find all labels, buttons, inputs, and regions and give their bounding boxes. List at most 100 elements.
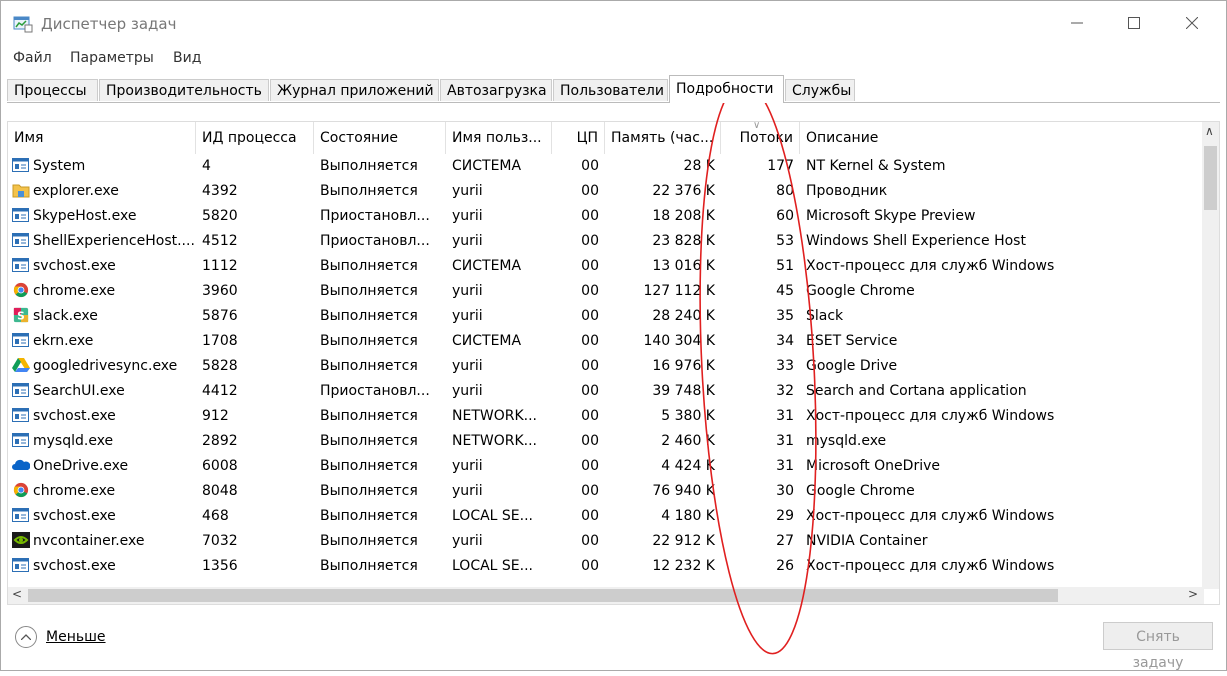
cell-cpu: 00 [552,154,605,179]
table-row[interactable]: SkypeHost.exe 5820 Приостановл... yurii 00 18… [8,204,1204,229]
tab-details[interactable]: Подробности [669,75,784,103]
vertical-scrollbar[interactable]: ∧ [1202,122,1219,589]
table-row[interactable]: chrome.exe 3960 Выполняется yurii 00 127 112 … [8,279,1204,304]
cell-text: yurii [452,483,483,499]
cell-text: 00 [581,358,599,374]
cell-text: Google Chrome [806,483,915,499]
table-row[interactable]: explorer.exe 4392 Выполняется yurii 00 22 376… [8,179,1204,204]
column-header-cpu[interactable]: ЦП [552,122,605,154]
table-row[interactable]: googledrivesync.exe 5828 Выполняется yurii 0… [8,354,1204,379]
column-header-name[interactable]: Имя [8,122,196,154]
end-task-button[interactable]: Снять задачу [1103,622,1213,671]
cell-text: 4 [202,158,211,174]
cell-text: 26 [776,558,794,574]
cell-memory: 18 208 K [605,204,721,229]
cell-text: 4512 [202,233,238,249]
table-row[interactable]: Sslack.exe 5876 Выполняется yurii 00 28 240 K… [8,304,1204,329]
scroll-right-icon[interactable]: > [1188,587,1198,601]
scroll-up-icon[interactable]: ∧ [1205,124,1214,138]
table-row[interactable]: svchost.exe 1112 Выполняется СИСТЕМА 00 13 01… [8,254,1204,279]
table-row[interactable]: SearchUI.exe 4412 Приостановл... yurii 00 39 … [8,379,1204,404]
cell-text: ekrn.exe [33,333,94,349]
cell-description: NT Kernel & System [800,154,1204,179]
table-row[interactable]: chrome.exe 8048 Выполняется yurii 00 76 940 K… [8,479,1204,504]
cell-text: Выполняется [320,308,418,324]
tab-startup[interactable]: Автозагрузка [440,79,552,101]
cell-threads: 35 [721,304,800,329]
cell-text: 34 [776,333,794,349]
tab-services[interactable]: Службы [785,79,855,101]
cell-status: Выполняется [314,254,446,279]
cell-name: chrome.exe [8,479,196,504]
cell-pid: 6008 [196,454,314,479]
horizontal-scroll-thumb[interactable] [28,589,1058,602]
cell-text: 51 [776,258,794,274]
cell-threads: 53 [721,229,800,254]
cell-cpu: 00 [552,404,605,429]
cell-pid: 468 [196,504,314,529]
table-row[interactable]: ShellExperienceHost.... 4512 Приостановл..… [8,229,1204,254]
window-process-icon [12,232,30,248]
cell-threads: 32 [721,379,800,404]
column-header-memory[interactable]: Память (час... [605,122,721,154]
table-row[interactable]: OneDrive.exe 6008 Выполняется yurii 00 4 424 … [8,454,1204,479]
cell-text: 13 016 K [652,258,715,274]
cell-text: Выполняется [320,458,418,474]
folder-icon [12,182,30,198]
cell-cpu: 00 [552,304,605,329]
table-row[interactable]: svchost.exe 468 Выполняется LOCAL SE... 00 4 … [8,504,1204,529]
cell-text: Slack [806,308,844,324]
cell-status: Выполняется [314,154,446,179]
tab-bar: Процессы Производительность Журнал прило… [7,75,1220,103]
cell-user: СИСТЕМА [446,154,552,179]
cell-user: LOCAL SE... [446,554,552,579]
cell-name: Sslack.exe [8,304,196,329]
tab-processes[interactable]: Процессы [7,79,98,101]
table-row[interactable]: svchost.exe 1356 Выполняется LOCAL SE... 00 1… [8,554,1204,579]
menu-view[interactable]: Вид [173,50,201,66]
minimize-button[interactable] [1054,5,1100,41]
table-row[interactable]: ekrn.exe 1708 Выполняется СИСТЕМА 00 140 304 … [8,329,1204,354]
cell-description: Google Chrome [800,479,1204,504]
cell-text: ShellExperienceHost.... [33,233,195,249]
cell-user: yurii [446,179,552,204]
column-header-user[interactable]: Имя польз... [446,122,552,154]
column-header-status[interactable]: Состояние [314,122,446,154]
tab-users[interactable]: Пользователи [553,79,668,101]
cell-text: NETWORK... [452,433,537,449]
scroll-left-icon[interactable]: < [12,587,22,601]
vertical-scroll-thumb[interactable] [1204,146,1217,210]
horizontal-scrollbar[interactable]: < > [8,587,1204,604]
close-button[interactable] [1169,5,1215,41]
table-row[interactable]: System 4 Выполняется СИСТЕМА 00 28 K 177 NT Ker… [8,154,1204,179]
cell-text: yurii [452,233,483,249]
cell-user: yurii [446,529,552,554]
cell-status: Выполняется [314,304,446,329]
cell-pid: 5828 [196,354,314,379]
column-header-threads[interactable]: Потоки [721,122,800,154]
cell-threads: 26 [721,554,800,579]
table-row[interactable]: nvcontainer.exe 7032 Выполняется yurii 00 22 … [8,529,1204,554]
cell-text: yurii [452,533,483,549]
column-header-pid[interactable]: ИД процесса [196,122,314,154]
table-row[interactable]: svchost.exe 912 Выполняется NETWORK... 00 5 3… [8,404,1204,429]
menu-file[interactable]: Файл [13,50,52,66]
cell-text: 00 [581,483,599,499]
cell-pid: 7032 [196,529,314,554]
cell-name: mysqld.exe [8,429,196,454]
window-title: Диспетчер задач [41,15,177,33]
process-table: Имя ИД процесса Состояние Имя польз... Ц… [7,121,1220,605]
cell-text: svchost.exe [33,258,116,274]
column-header-description[interactable]: Описание [800,122,1204,154]
chevron-up-icon [15,626,37,648]
cell-memory: 23 828 K [605,229,721,254]
tab-app-history[interactable]: Журнал приложений [270,79,439,101]
fewer-details-button[interactable]: Меньше [15,625,106,649]
cell-user: NETWORK... [446,429,552,454]
maximize-button[interactable] [1111,5,1157,41]
cell-memory: 13 016 K [605,254,721,279]
cell-text: Хост-процесс для служб Windows [806,408,1055,424]
table-row[interactable]: mysqld.exe 2892 Выполняется NETWORK... 00 2 4… [8,429,1204,454]
tab-performance[interactable]: Производительность [99,79,269,101]
menu-options[interactable]: Параметры [70,50,154,66]
